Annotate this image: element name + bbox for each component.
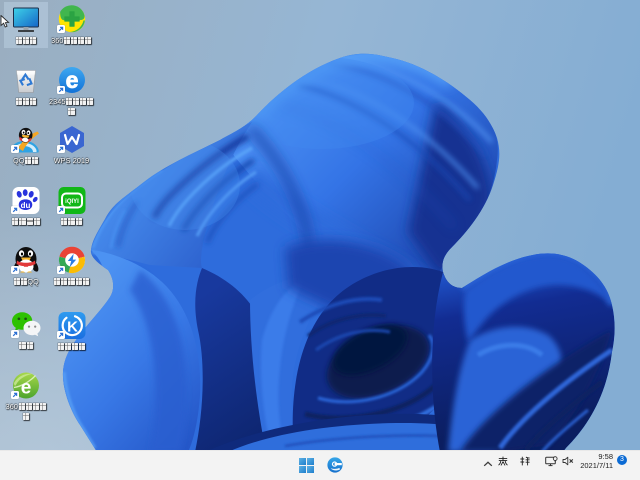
svg-text:iQIYI: iQIYI	[65, 199, 79, 205]
svg-text:du: du	[21, 201, 31, 210]
svg-text:e: e	[21, 378, 32, 399]
svg-text:K: K	[67, 319, 78, 336]
svg-text:e: e	[65, 67, 78, 93]
